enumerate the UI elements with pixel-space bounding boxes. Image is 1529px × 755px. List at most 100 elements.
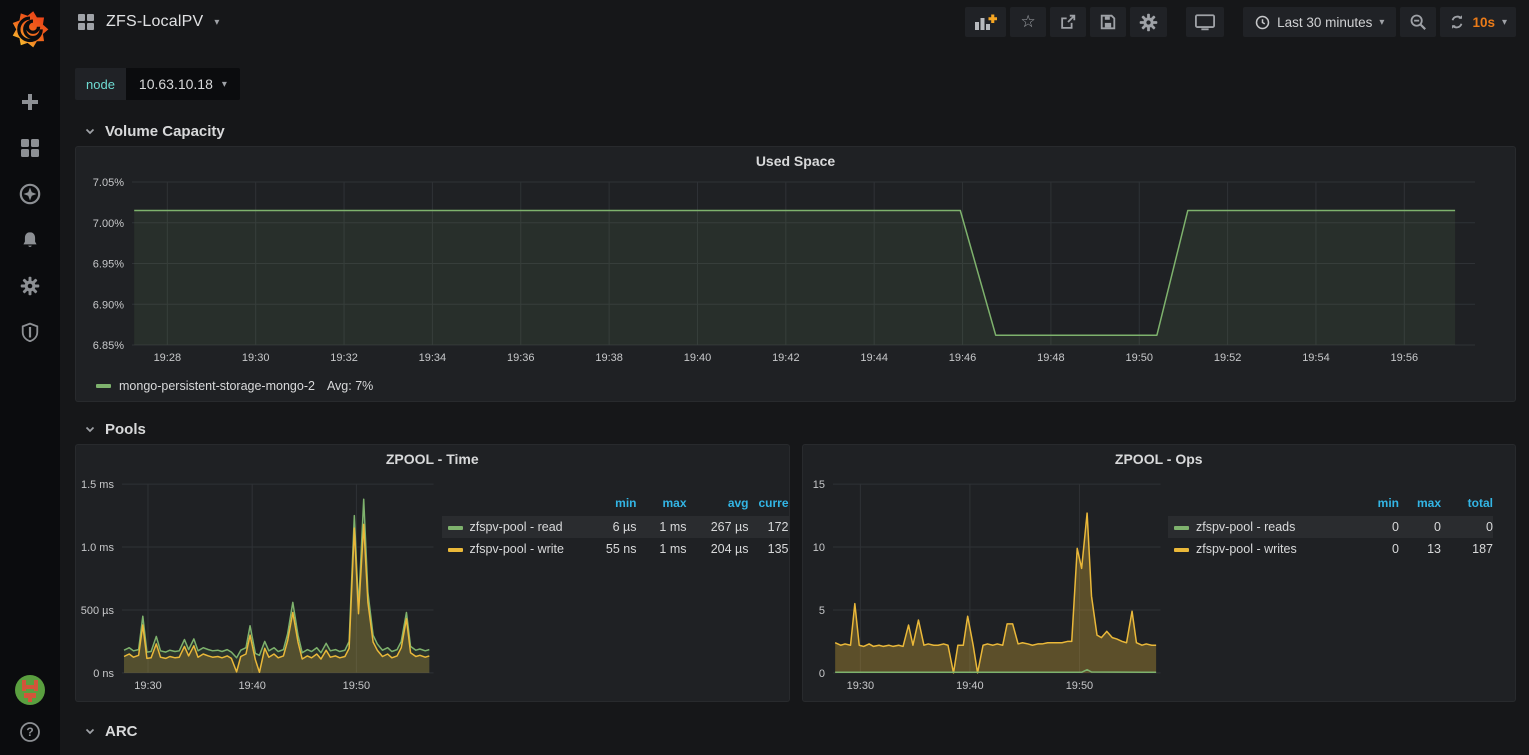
zoom-out-button[interactable] [1400, 7, 1436, 37]
time-range-label: Last 30 minutes [1277, 15, 1372, 30]
svg-text:5: 5 [818, 605, 824, 617]
zpool-time-chart[interactable]: 0 ns500 µs1.0 ms1.5 ms19:3019:4019:50 [76, 472, 442, 701]
alerting-bell-icon[interactable] [19, 229, 41, 251]
legend-header-avg[interactable]: avg [687, 494, 749, 516]
series-name[interactable]: zfspv-pool - read [442, 516, 581, 538]
series-name[interactable]: zfspv-pool - writes [1168, 538, 1357, 560]
top-navbar: ZFS-LocalPV ▾ ☆ [60, 0, 1529, 44]
legend-header-max[interactable]: max [1399, 494, 1441, 516]
svg-text:500 µs: 500 µs [81, 605, 115, 617]
create-plus-icon[interactable] [19, 91, 41, 113]
legend-header-min[interactable]: min [1357, 494, 1399, 516]
pools-panels-row: ZPOOL - Time 0 ns 500 µs 1.0 ms 1.5 ms 19:30… [75, 444, 1516, 702]
svg-text:19:34: 19:34 [419, 352, 447, 364]
time-range-picker[interactable]: Last 30 minutes ▾ [1243, 7, 1396, 37]
svg-text:19:28: 19:28 [154, 352, 182, 364]
svg-text:19:38: 19:38 [595, 352, 623, 364]
variable-value: 10.63.10.18 [139, 76, 213, 92]
dashboards-grid-icon[interactable] [19, 137, 41, 159]
node-variable-dropdown[interactable]: node 10.63.10.18 ▾ [75, 68, 240, 100]
value-min: 0 [1357, 538, 1399, 560]
series-name[interactable]: zfspv-pool - write [442, 538, 581, 560]
zpool-ops-chart[interactable]: 05101519:3019:4019:50 [803, 472, 1169, 701]
svg-text:7.05%: 7.05% [93, 177, 124, 189]
zpool-time-legend: min max avg curre zfspv-pool - read 6 µs… [442, 472, 789, 701]
chevron-down-icon [84, 125, 96, 137]
value-max: 1 ms [637, 516, 687, 538]
legend-header-min[interactable]: min [581, 494, 637, 516]
panel-title[interactable]: ZPOOL - Time [76, 445, 789, 472]
variable-label: node [75, 68, 126, 100]
refresh-button[interactable]: 10s ▾ [1440, 7, 1516, 37]
refresh-icon [1449, 14, 1465, 30]
save-button[interactable] [1090, 7, 1126, 37]
used-space-legend: mongo-persistent-storage-mongo-2 Avg: 7% [76, 371, 1515, 401]
value-avg: 204 µs [687, 538, 749, 560]
chevron-down-icon: ▾ [222, 79, 227, 90]
row-header-arc[interactable]: ARC [75, 716, 1516, 746]
panel-settings-button[interactable] [1130, 7, 1167, 37]
svg-text:19:50: 19:50 [343, 680, 370, 692]
legend-header-total[interactable]: total [1441, 494, 1493, 516]
series-name[interactable]: zfspv-pool - reads [1168, 516, 1357, 538]
sidebar-bottom: ? [15, 675, 45, 755]
row-header-volume-capacity[interactable]: Volume Capacity [75, 116, 1516, 146]
panel-zpool-time: ZPOOL - Time 0 ns500 µs1.0 ms1.5 ms19:30… [75, 444, 790, 702]
legend-row-write: zfspv-pool - write 55 ns 1 ms 204 µs 135 [442, 538, 789, 560]
value-max: 1 ms [637, 538, 687, 560]
dashboard-content: node 10.63.10.18 ▾ Volume Capacity Used … [60, 44, 1529, 755]
svg-text:?: ? [26, 725, 33, 739]
series-swatch [1174, 548, 1189, 552]
cycle-view-tv-button[interactable] [1186, 7, 1224, 37]
svg-text:1.0 ms: 1.0 ms [81, 542, 114, 554]
legend-col-spacer [442, 494, 581, 516]
legend-header-current[interactable]: curre [749, 494, 789, 516]
sidebar: ? [0, 0, 60, 755]
legend-row-writes: zfspv-pool - writes 0 13 187 [1168, 538, 1493, 560]
sidebar-menu [19, 91, 41, 343]
panel-title[interactable]: Used Space [76, 147, 1515, 174]
series-swatch [96, 384, 111, 388]
add-panel-button[interactable] [965, 7, 1006, 37]
svg-text:19:44: 19:44 [860, 352, 888, 364]
dashboard-squares-icon [77, 13, 95, 31]
user-avatar[interactable] [15, 675, 45, 705]
grafana-logo-icon[interactable] [9, 7, 51, 49]
svg-text:19:42: 19:42 [772, 352, 800, 364]
panel-title[interactable]: ZPOOL - Ops [803, 445, 1516, 472]
row-header-pools[interactable]: Pools [75, 414, 1516, 444]
dashboard-title-dropdown[interactable]: ZFS-LocalPV ▾ [77, 13, 219, 31]
explore-compass-icon[interactable] [19, 183, 41, 205]
configuration-gear-icon[interactable] [19, 275, 41, 297]
svg-text:19:48: 19:48 [1037, 352, 1065, 364]
svg-text:19:40: 19:40 [684, 352, 712, 364]
value-total: 187 [1441, 538, 1493, 560]
svg-text:19:40: 19:40 [956, 680, 983, 692]
panel-zpool-ops: ZPOOL - Ops 05101519:3019:4019:50 min ma… [802, 444, 1517, 702]
server-admin-shield-icon[interactable] [19, 321, 41, 343]
series-swatch [1174, 526, 1189, 530]
chevron-down-icon: ▾ [1502, 17, 1507, 28]
value-avg: 267 µs [687, 516, 749, 538]
used-space-chart[interactable]: 6.85%6.90%6.95%7.00%7.05%19:2819:3019:32… [76, 174, 1515, 371]
svg-text:19:36: 19:36 [507, 352, 535, 364]
clock-icon [1255, 15, 1270, 30]
share-button[interactable] [1050, 7, 1086, 37]
panel-used-space: Used Space 6.85%6.90%6.95%7.00%7.05%19:2… [75, 146, 1516, 402]
value-current: 172 [749, 516, 789, 538]
value-max: 0 [1399, 516, 1441, 538]
svg-text:6.95%: 6.95% [93, 259, 124, 271]
star-button[interactable]: ☆ [1010, 7, 1046, 37]
legend-header-max[interactable]: max [637, 494, 687, 516]
chevron-down-icon [84, 423, 96, 435]
value-max: 13 [1399, 538, 1441, 560]
svg-text:0 ns: 0 ns [93, 668, 114, 680]
svg-text:19:30: 19:30 [846, 680, 873, 692]
help-question-icon[interactable]: ? [19, 721, 41, 743]
series-swatch [448, 526, 463, 530]
legend-col-spacer [1168, 494, 1357, 516]
series-name[interactable]: mongo-persistent-storage-mongo-2 [119, 379, 315, 393]
row-title: Volume Capacity [105, 123, 225, 140]
svg-text:1.5 ms: 1.5 ms [81, 479, 114, 491]
svg-text:19:40: 19:40 [238, 680, 265, 692]
